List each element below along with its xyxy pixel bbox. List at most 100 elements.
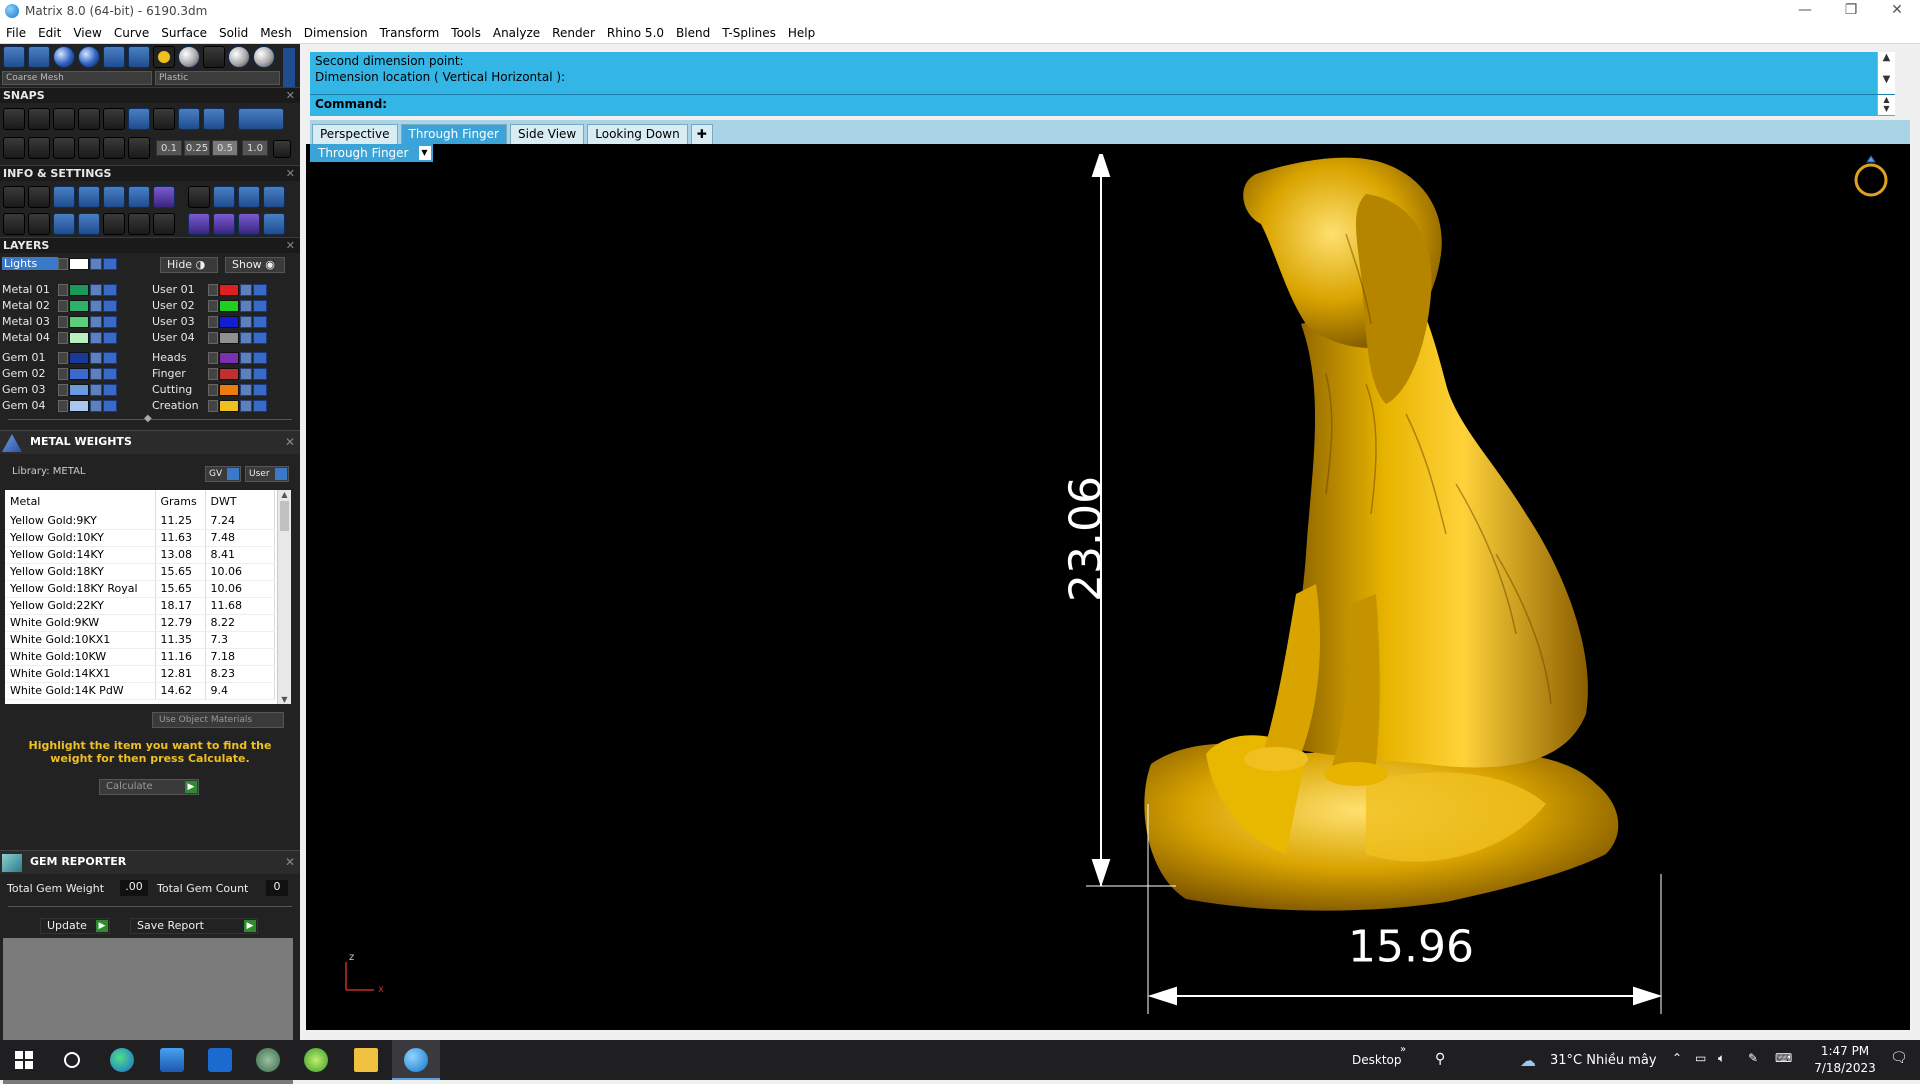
table-row[interactable]: White Gold:14KX1 12.81 8.23	[5, 665, 275, 683]
notification-icon[interactable]: 🗨︎	[1890, 1050, 1908, 1066]
weather-text[interactable]: 31°C Nhiều mây	[1550, 1053, 1657, 1068]
layer-lock-icon[interactable]	[240, 299, 252, 312]
snap-value-1[interactable]: 0.25	[184, 140, 210, 156]
layers-resize-handle[interactable]: ◆	[144, 413, 152, 424]
user-toggle[interactable]: User	[245, 466, 289, 482]
filter-icon[interactable]	[103, 213, 125, 235]
layer-arrow-icon[interactable]	[58, 399, 68, 412]
layer-lock-icon[interactable]	[240, 383, 252, 396]
cube-icon[interactable]	[153, 186, 175, 208]
layer-swatch[interactable]	[219, 331, 239, 344]
layer-lock-icon[interactable]	[240, 315, 252, 328]
grid-icon[interactable]	[3, 213, 25, 235]
calculate-button[interactable]: Calculate ▶	[99, 779, 199, 795]
snap-ortho-icon[interactable]	[238, 108, 284, 130]
snap-mid-icon[interactable]	[178, 108, 200, 130]
layer-lock-icon[interactable]	[90, 383, 102, 396]
show-button[interactable]: Show ◉	[225, 257, 285, 273]
layer-visibility-icon[interactable]	[103, 257, 117, 270]
menu-view[interactable]: View	[67, 26, 107, 40]
layer-metal-02[interactable]: Metal 02	[2, 298, 117, 313]
layer-gem-02[interactable]: Gem 02	[2, 366, 117, 381]
layer-swatch[interactable]	[69, 383, 89, 396]
layer-arrow-icon[interactable]	[58, 315, 68, 328]
sphere-shaded-icon[interactable]	[78, 46, 100, 68]
layer-lock-icon[interactable]	[90, 299, 102, 312]
settings-gear-icon[interactable]	[3, 186, 25, 208]
close-icon[interactable]: ✕	[286, 238, 295, 253]
menu-surface[interactable]: Surface	[155, 26, 213, 40]
snap-grid2-icon[interactable]	[3, 137, 25, 159]
layer-visibility-icon[interactable]	[103, 399, 117, 412]
windows-start-icon[interactable]	[12, 1048, 36, 1072]
snap-cross-icon[interactable]	[53, 108, 75, 130]
layer-visibility-icon[interactable]	[253, 367, 267, 380]
tab-looking-down[interactable]: Looking Down	[587, 124, 688, 144]
layer-arrow-icon[interactable]	[58, 367, 68, 380]
save-report-button[interactable]: Save Report ▶	[130, 918, 258, 934]
layer-swatch[interactable]	[219, 399, 239, 412]
menu-curve[interactable]: Curve	[108, 26, 155, 40]
dog-model[interactable]	[806, 154, 1706, 1030]
layer-arrow-icon[interactable]	[58, 331, 68, 344]
menu-file[interactable]: File	[0, 26, 32, 40]
metal-weights-scrollbar[interactable]: ▲ ▼	[277, 490, 291, 704]
menu-tsplines[interactable]: T-Splines	[716, 26, 782, 40]
layer-lock-icon[interactable]	[90, 283, 102, 296]
environment-icon[interactable]	[103, 46, 125, 68]
layer-arrow-icon[interactable]	[208, 351, 218, 364]
layer-lock-icon[interactable]	[90, 399, 102, 412]
layer-visibility-icon[interactable]	[103, 383, 117, 396]
layer-lock-icon[interactable]	[90, 331, 102, 344]
close-icon[interactable]: ✕	[285, 855, 295, 869]
display-mode-icon[interactable]	[3, 46, 25, 68]
layer-lock-icon[interactable]	[240, 399, 252, 412]
layer-gem-03[interactable]: Gem 03	[2, 382, 117, 397]
menu-rhino[interactable]: Rhino 5.0	[601, 26, 670, 40]
table-row[interactable]: White Gold:9KW 12.79 8.22	[5, 614, 275, 632]
snap-value-2[interactable]: 0.5	[212, 140, 238, 156]
monitor-icon[interactable]	[28, 213, 50, 235]
layer-arrow-icon[interactable]	[208, 283, 218, 296]
layer-swatch[interactable]	[69, 331, 89, 344]
layer-lock-icon[interactable]	[90, 257, 102, 270]
layer-user-02[interactable]: User 02	[152, 298, 267, 313]
layer-user-04[interactable]: User 04	[152, 330, 267, 345]
zoom-icon[interactable]	[28, 186, 50, 208]
toolbar-expand-handle[interactable]	[283, 48, 295, 88]
mail-icon[interactable]	[208, 1048, 232, 1072]
layer-arrow-icon[interactable]	[208, 367, 218, 380]
ruler-icon[interactable]	[238, 186, 260, 208]
layer-user-03[interactable]: User 03	[152, 314, 267, 329]
layer-swatch[interactable]	[219, 367, 239, 380]
align-icon[interactable]	[238, 213, 260, 235]
menu-render[interactable]: Render	[546, 26, 601, 40]
layer-swatch[interactable]	[219, 283, 239, 296]
mesh-quality-select[interactable]: Coarse Mesh	[2, 71, 152, 85]
sphere-render-icon[interactable]	[53, 46, 75, 68]
menu-help[interactable]: Help	[782, 26, 821, 40]
layer-swatch[interactable]	[219, 351, 239, 364]
snap-tangent-icon[interactable]	[128, 108, 150, 130]
edit-icon[interactable]	[128, 186, 150, 208]
gold-material-icon[interactable]	[153, 46, 175, 68]
command-input[interactable]	[388, 97, 1878, 113]
box-icon[interactable]	[78, 186, 100, 208]
layer-visibility-icon[interactable]	[253, 283, 267, 296]
col-dwt[interactable]: DWT	[205, 490, 275, 512]
layer-gem-04[interactable]: Gem 04	[2, 398, 117, 413]
layer-metal-04[interactable]: Metal 04	[2, 330, 117, 345]
layer-gem-01[interactable]: Gem 01	[2, 350, 117, 365]
table-row[interactable]: White Gold:10KW 11.16 7.18	[5, 648, 275, 666]
layer-lock-icon[interactable]	[240, 283, 252, 296]
gv-toggle[interactable]: GV	[205, 466, 241, 482]
menu-mesh[interactable]: Mesh	[254, 26, 298, 40]
menu-tools[interactable]: Tools	[445, 26, 487, 40]
layer-swatch[interactable]	[69, 367, 89, 380]
layer-visibility-icon[interactable]	[103, 315, 117, 328]
clock-time[interactable]: 1:47 PM	[1810, 1044, 1880, 1058]
vertical-dimension-label[interactable]: 23.06	[1061, 476, 1112, 602]
dimension-icon[interactable]	[213, 186, 235, 208]
list-icon[interactable]	[153, 213, 175, 235]
minimize-button[interactable]: —	[1782, 0, 1828, 22]
